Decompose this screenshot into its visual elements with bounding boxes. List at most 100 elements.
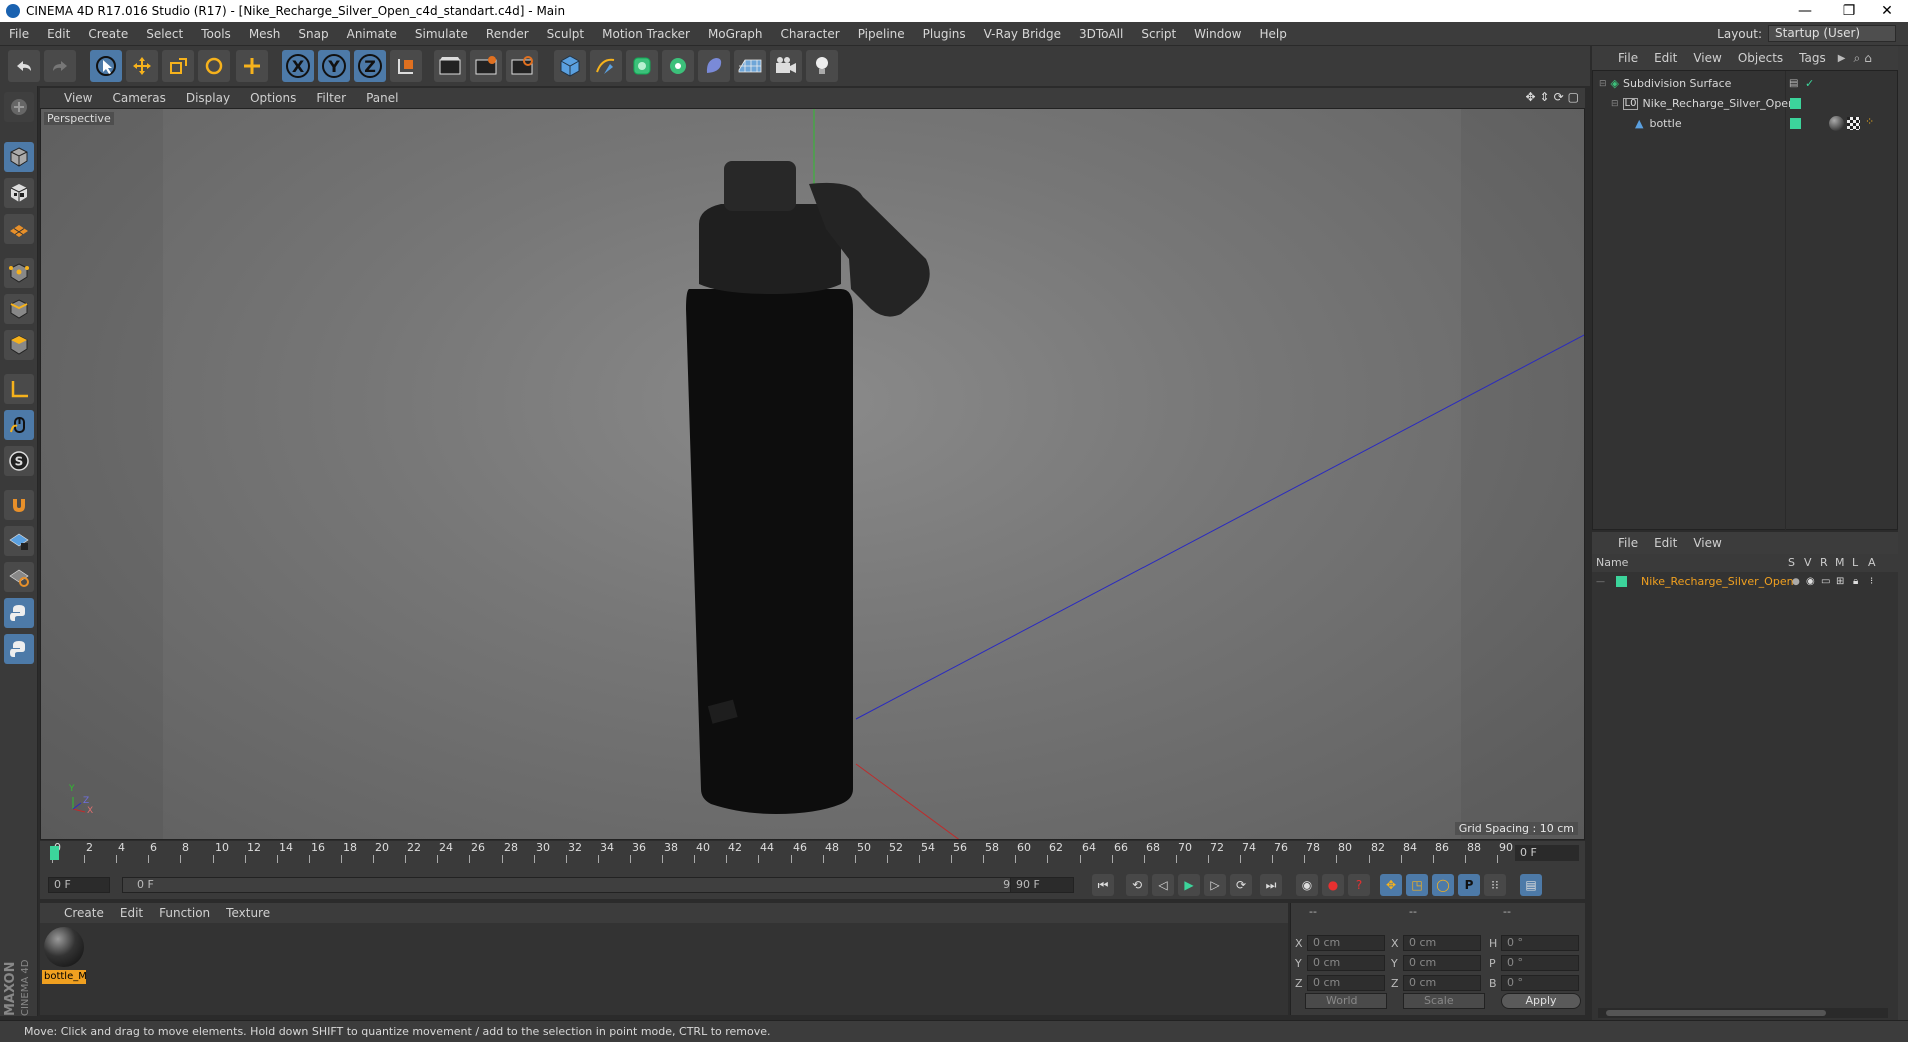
menu-tools[interactable]: Tools [192,27,240,41]
viewport-menu-view[interactable]: View [40,91,102,105]
object-row-subdivision-surface[interactable]: ⊟ ◈ Subdivision Surface ▤ ✓ [1593,74,1893,93]
menu-overflow-arrow-icon[interactable]: ▶ [1838,53,1846,64]
workplane-lock-icon[interactable] [4,526,34,556]
python-script-2-icon[interactable] [4,634,34,664]
coord-size-y-field[interactable]: 0 cm [1403,955,1481,971]
y-axis-lock-icon[interactable]: Y [318,50,350,82]
play-forward-icon[interactable]: ▶ [1178,874,1200,896]
x-axis-lock-icon[interactable]: X [282,50,314,82]
object-name[interactable]: bottle [1649,117,1681,130]
material-name-label[interactable]: bottle_M [42,970,86,984]
points-mode-icon[interactable] [4,258,34,288]
layer-color-swatch[interactable] [1616,576,1627,587]
uvw-tag-icon[interactable] [1847,117,1860,130]
camera-icon[interactable] [770,50,802,82]
timeline-window-icon[interactable]: ▤ [1520,874,1542,896]
previous-frame-icon[interactable]: ◁ [1152,874,1174,896]
coord-pos-x-field[interactable]: 0 cm [1307,935,1385,951]
material-menu-create[interactable]: Create [40,906,112,920]
layer-horizontal-scrollbar[interactable] [1598,1008,1888,1018]
layer-menu-view[interactable]: View [1685,536,1729,550]
menu-snap[interactable]: Snap [289,27,337,41]
deformer-icon[interactable] [698,50,730,82]
orbit-view-icon[interactable]: ⟳ [1554,90,1564,104]
menu-create[interactable]: Create [79,27,137,41]
transform-tool-icon[interactable] [236,50,268,82]
dolly-view-icon[interactable]: ⇕ [1540,90,1550,104]
make-editable-icon[interactable] [4,92,34,122]
object-home-icon[interactable]: ⌂ [1864,51,1872,65]
object-menu-file[interactable]: File [1610,51,1646,65]
menu-pipeline[interactable]: Pipeline [849,27,914,41]
key-point-level-icon[interactable]: ⁝⁝ [1484,874,1506,896]
object-search-icon[interactable]: ⌕ [1853,51,1860,66]
go-to-start-icon[interactable]: ⏮ [1092,874,1114,896]
key-position-icon[interactable]: ✥ [1380,874,1402,896]
manager-toggle-icon[interactable]: ⊞ [1836,576,1844,587]
layer-menu-edit[interactable]: Edit [1646,536,1685,550]
phong-tag-icon[interactable]: ⁘ [1865,115,1874,128]
object-row-nike-recharge[interactable]: ⊟ L0 Nike_Recharge_Silver_Open [1593,94,1893,113]
tweak-mode-icon[interactable] [4,410,34,440]
menu-help[interactable]: Help [1250,27,1295,41]
material-preview-swatch[interactable] [44,927,84,967]
animation-toggle-icon[interactable]: ⁝ [1870,576,1873,587]
object-menu-tags[interactable]: Tags [1791,51,1834,65]
key-rotation-icon[interactable]: ◯ [1432,874,1454,896]
viewport-menu-display[interactable]: Display [176,91,240,105]
coordinate-space-dropdown[interactable]: World [1305,993,1387,1009]
key-parameter-icon[interactable]: P [1458,874,1480,896]
menu-motion-tracker[interactable]: Motion Tracker [593,27,699,41]
workplane-mode-icon[interactable] [4,214,34,244]
motion-record-icon[interactable]: ◉ [1296,874,1318,896]
object-menu-objects[interactable]: Objects [1730,51,1791,65]
menu-mograph[interactable]: MoGraph [699,27,772,41]
axis-mode-icon[interactable] [4,374,34,404]
spline-pen-icon[interactable] [590,50,622,82]
perspective-viewport[interactable]: Perspective Y Z X Grid Spacing : 10 cm [40,108,1585,840]
model-mode-icon[interactable] [4,142,34,172]
maximize-view-icon[interactable]: ▢ [1568,90,1579,104]
frame-ruler[interactable]: 0246810121416182022242628303234363840424… [50,841,1515,865]
object-menu-view[interactable]: View [1685,51,1729,65]
floor-icon[interactable] [734,50,766,82]
solo-toggle-icon[interactable]: ● [1792,577,1800,587]
menu-character[interactable]: Character [771,27,848,41]
edges-mode-icon[interactable] [4,294,34,324]
next-frame-icon[interactable]: ▷ [1204,874,1226,896]
view-toggle-icon[interactable]: ◉ [1806,576,1815,587]
layer-name[interactable]: Nike_Recharge_Silver_Open [1641,575,1794,588]
current-frame-field[interactable]: 0 F [1515,845,1579,861]
scrollbar-thumb[interactable] [1606,1010,1826,1016]
material-menu-function[interactable]: Function [151,906,218,920]
pan-view-icon[interactable]: ✥ [1525,90,1535,104]
workplane-rotate-icon[interactable] [4,562,34,592]
material-tag-icon[interactable] [1829,116,1844,131]
object-name[interactable]: Nike_Recharge_Silver_Open [1642,97,1795,110]
previous-key-icon[interactable]: ⟲ [1126,874,1148,896]
menu-edit[interactable]: Edit [38,27,79,41]
menu-3dtoall[interactable]: 3DToAll [1070,27,1132,41]
scale-tool-icon[interactable] [162,50,194,82]
menu-simulate[interactable]: Simulate [406,27,477,41]
material-menu-edit[interactable]: Edit [112,906,151,920]
object-menu-edit[interactable]: Edit [1646,51,1685,65]
coord-pos-y-field[interactable]: 0 cm [1307,955,1385,971]
object-name[interactable]: Subdivision Surface [1623,77,1731,90]
z-axis-lock-icon[interactable]: Z [354,50,386,82]
viewport-menu-options[interactable]: Options [240,91,306,105]
menu-sculpt[interactable]: Sculpt [538,27,593,41]
cloner-icon[interactable] [662,50,694,82]
render-toggle-icon[interactable]: ▭ [1821,576,1830,587]
coord-size-x-field[interactable]: 0 cm [1403,935,1481,951]
polygons-mode-icon[interactable] [4,330,34,360]
subdivision-surface-icon[interactable] [626,50,658,82]
menu-plugins[interactable]: Plugins [914,27,975,41]
key-scale-icon[interactable]: ◳ [1406,874,1428,896]
enable-checkbox-icon[interactable]: ▤ [1789,78,1798,89]
go-to-end-icon[interactable]: ⏭ [1260,874,1282,896]
render-settings-icon[interactable] [506,50,538,82]
coord-rot-p-field[interactable]: 0 ° [1501,955,1579,971]
render-view-icon[interactable] [434,50,466,82]
viewport-menu-panel[interactable]: Panel [356,91,408,105]
